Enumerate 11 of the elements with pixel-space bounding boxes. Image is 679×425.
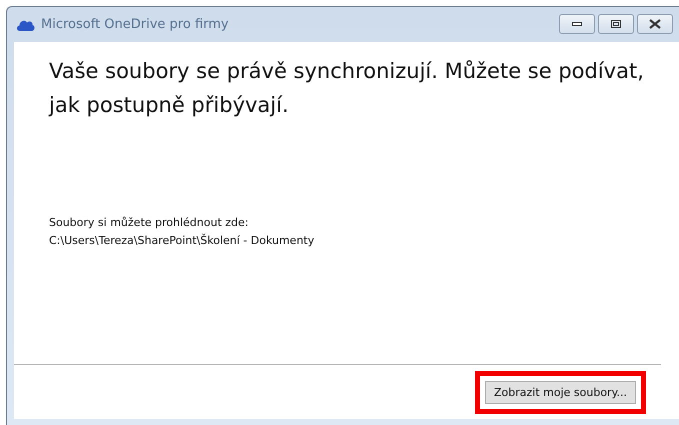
show-files-button[interactable]: Zobrazit moje soubory... xyxy=(484,381,636,404)
location-label: Soubory si můžete prohlédnout zde: xyxy=(49,215,250,231)
maximize-button[interactable] xyxy=(598,14,634,34)
minimize-button[interactable] xyxy=(559,14,595,34)
window-title: Microsoft OneDrive pro firmy xyxy=(41,17,230,32)
sync-heading: Vaše soubory se právě synchronizují. Můžete se podívat, jak postupně přibývají. xyxy=(49,58,645,119)
close-button[interactable] xyxy=(637,14,673,34)
close-icon xyxy=(649,19,661,29)
folder-path: C:\Users\Tereza\SharePoint\Školení - Dokumenty xyxy=(49,232,316,249)
maximize-icon xyxy=(611,20,621,28)
minimize-icon xyxy=(572,22,582,26)
